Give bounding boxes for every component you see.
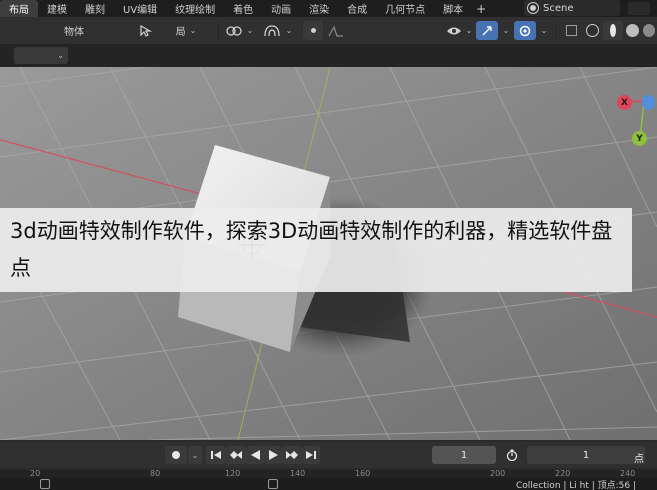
divider xyxy=(218,21,219,40)
tab-scripting[interactable]: 脚本 xyxy=(434,0,472,17)
tab-modeling[interactable]: 建模 xyxy=(38,0,76,17)
jump-start-icon[interactable] xyxy=(206,446,226,464)
ruler-mark: 120 xyxy=(225,469,241,478)
mouse-left-icon xyxy=(40,479,50,489)
object-mode-dropdown[interactable]: 物体 xyxy=(14,21,134,40)
ruler-mark: 140 xyxy=(290,469,306,478)
ruler-mark: 200 xyxy=(490,469,506,478)
next-key-icon[interactable] xyxy=(282,446,302,464)
gizmo-icon[interactable] xyxy=(476,21,498,40)
solid-sphere-icon xyxy=(610,24,616,37)
play-icon[interactable] xyxy=(264,446,282,464)
overlay-icon[interactable] xyxy=(514,21,536,40)
scene-icon xyxy=(528,3,538,13)
tab-layout[interactable]: 布局 xyxy=(0,0,38,17)
gizmo-y-label: Y xyxy=(636,133,643,144)
snap-icon[interactable]: ⌄ xyxy=(255,21,299,40)
transform-orientation-label: 局 xyxy=(175,27,186,38)
caption-overlay: 3d动画特效制作软件，探索3D动画特效制作的利器，精选软件盘点 xyxy=(0,208,632,292)
gizmo-x-axis[interactable]: X xyxy=(617,95,632,110)
shading-wire-icon[interactable] xyxy=(581,21,603,40)
shading-material-icon[interactable] xyxy=(623,21,641,40)
timeline-panel: ⌄ 1 1 点 20 80 120 140 160 200 220 240 Co… xyxy=(0,440,657,490)
status-text: Collection | Li ht | 顶点:56 | xyxy=(516,481,637,490)
gizmo-x-label: X xyxy=(621,97,628,108)
tab-geometry-nodes[interactable]: 几何节点 xyxy=(376,0,434,17)
prev-key-icon[interactable] xyxy=(226,446,246,464)
editor-type-edge xyxy=(0,21,14,40)
frame-start-field[interactable]: 1 xyxy=(527,446,645,464)
record-icon[interactable] xyxy=(165,446,187,464)
overlay-options-button[interactable]: ⌄ xyxy=(536,21,552,40)
playback-controls-row: ⌄ 1 1 点 xyxy=(0,442,657,468)
tab-rendering[interactable]: 渲染 xyxy=(300,0,338,17)
gizmo-z-axis[interactable] xyxy=(642,95,655,110)
tab-texture-paint[interactable]: 纹理绘制 xyxy=(166,0,224,17)
current-frame-value: 1 xyxy=(460,449,468,461)
play-reverse-icon[interactable] xyxy=(246,446,264,464)
transform-orientation-dropdown[interactable]: 局 ⌄ xyxy=(158,21,214,40)
material-sphere-icon xyxy=(625,24,639,37)
chevron-down-icon: ⌄ xyxy=(540,26,548,35)
options-dropdown[interactable]: ⌄ xyxy=(14,47,68,64)
shading-render-icon[interactable] xyxy=(641,21,657,40)
wire-sphere-icon xyxy=(585,24,599,37)
object-mode-label: 物体 xyxy=(64,27,84,38)
link-icon[interactable]: ⌄ xyxy=(223,21,255,40)
render-sphere-icon xyxy=(643,24,655,37)
scene-selector[interactable]: Scene xyxy=(524,0,620,16)
tab-animation[interactable]: 动画 xyxy=(262,0,300,17)
eye-icon[interactable]: ⌄ xyxy=(444,21,474,40)
caption-text: 3d动画特效制作软件，探索3D动画特效制作的利器，精选软件盘点 xyxy=(10,219,613,280)
tab-compositing[interactable]: 合成 xyxy=(338,0,376,17)
divider xyxy=(556,21,557,40)
status-bar: Collection | Li ht | 顶点:56 | xyxy=(0,478,657,490)
gizmo-y-axis[interactable]: Y xyxy=(632,131,647,146)
chevron-down-icon: ⌄ xyxy=(502,26,510,35)
proportional-icon[interactable] xyxy=(303,21,323,40)
gizmo-options-button[interactable]: ⌄ xyxy=(498,21,514,40)
stopwatch-icon[interactable] xyxy=(501,446,523,464)
ruler-mark: 240 xyxy=(620,469,636,478)
ruler-mark: 220 xyxy=(555,469,571,478)
current-frame-field[interactable]: 1 xyxy=(432,446,496,464)
scene-name: Scene xyxy=(543,2,574,14)
chevron-down-icon: ⌄ xyxy=(285,26,293,35)
chevron-down-icon: ⌄ xyxy=(191,450,199,460)
ruler-mark: 80 xyxy=(150,469,161,478)
ruler-mark: 20 xyxy=(30,469,41,478)
3d-viewport[interactable]: X Y 3d动画特效制作软件，探索3D动画特效制作的利器，精选软件盘点 xyxy=(0,67,657,440)
tab-uv-editing[interactable]: UV编辑 xyxy=(114,0,166,17)
frame-end-label: 点 xyxy=(634,454,644,465)
cursor-icon[interactable] xyxy=(134,21,158,40)
tool-settings-bar: ⌄ xyxy=(0,44,657,67)
record-options-button[interactable]: ⌄ xyxy=(188,446,202,464)
chevron-down-icon: ⌄ xyxy=(57,51,64,60)
falloff-icon[interactable] xyxy=(323,21,349,40)
chevron-down-icon: ⌄ xyxy=(465,26,473,35)
chevron-down-icon: ⌄ xyxy=(189,26,197,35)
chevron-down-icon: ⌄ xyxy=(246,26,254,35)
scene-options-button[interactable] xyxy=(628,2,650,15)
frame-start-value: 1 xyxy=(582,449,590,461)
viewport-header: 物体 局 ⌄ ⌄ ⌄ ⌄ ⌄ ⌄ xyxy=(0,17,657,44)
xray-icon[interactable] xyxy=(561,21,581,40)
tab-shading[interactable]: 着色 xyxy=(224,0,262,17)
mouse-middle-icon xyxy=(268,479,278,489)
ruler-mark: 160 xyxy=(355,469,371,478)
tab-sculpting[interactable]: 雕刻 xyxy=(76,0,114,17)
shading-solid-icon[interactable] xyxy=(603,21,623,40)
jump-end-icon[interactable] xyxy=(302,446,320,464)
add-workspace-button[interactable]: + xyxy=(472,2,490,16)
